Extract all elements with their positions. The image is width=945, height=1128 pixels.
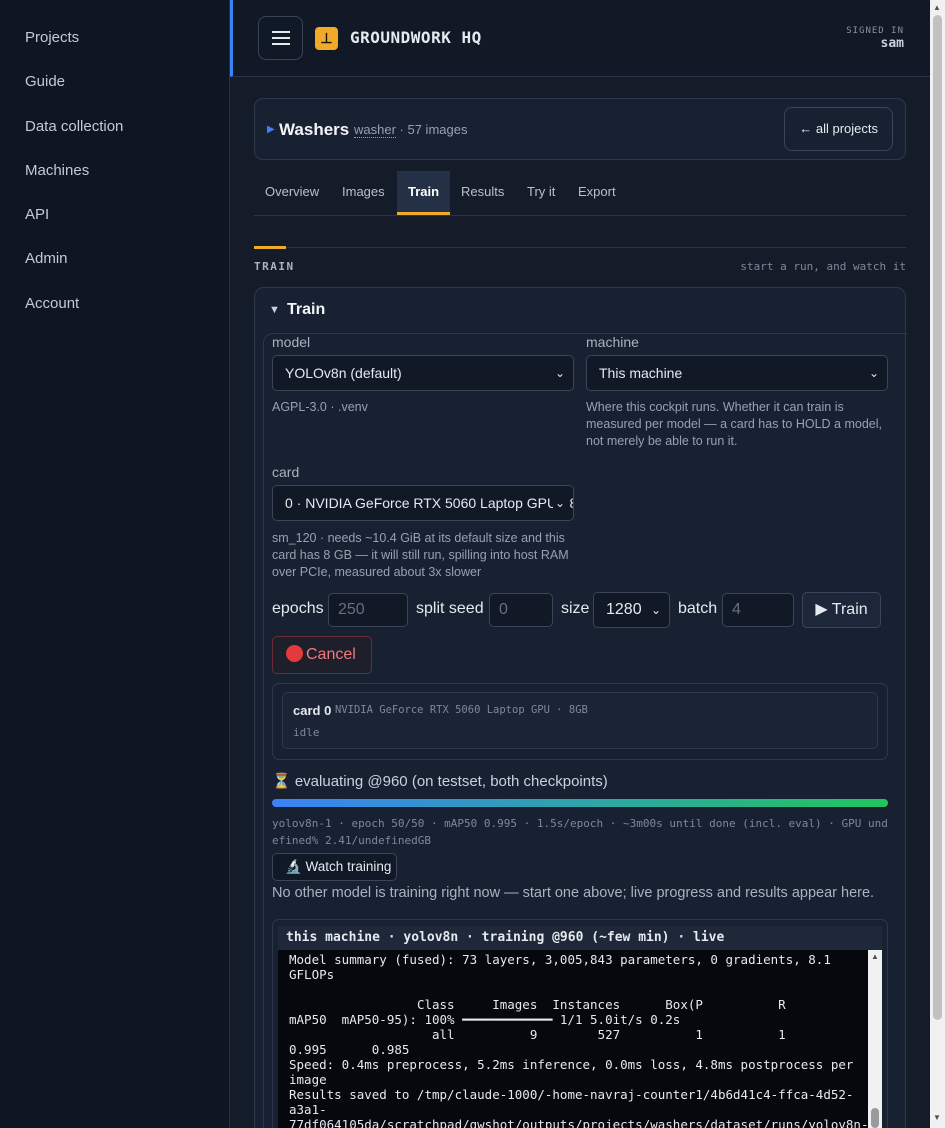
- brand-name: GROUNDWORK HQ: [350, 28, 482, 47]
- expand-triangle-icon[interactable]: ▶: [267, 124, 275, 135]
- size-select[interactable]: 1280 ⌄: [593, 592, 670, 628]
- tab-try-it[interactable]: Try it: [516, 171, 566, 215]
- chevron-down-icon: ⌄: [554, 366, 565, 380]
- gpu-card: [282, 692, 878, 749]
- tab-train[interactable]: Train: [397, 171, 451, 215]
- sidebar-item-machines[interactable]: Machines: [0, 160, 229, 204]
- all-projects-button[interactable]: ← all projects: [784, 107, 893, 151]
- train-panel-title: Train: [287, 301, 326, 318]
- hamburger-icon: [272, 37, 290, 39]
- epochs-label: epochs: [272, 600, 324, 617]
- train-button[interactable]: ▶ Train: [802, 592, 881, 628]
- chevron-down-icon: ⌄: [650, 603, 661, 617]
- training-log-output[interactable]: Model summary (fused): 73 layers, 3,005,…: [278, 950, 882, 1128]
- batch-input[interactable]: 4: [722, 593, 794, 627]
- split-seed-label: split seed: [416, 600, 484, 617]
- training-log-title: this machine · yolov8n · training @960 (…: [278, 926, 882, 950]
- tab-export[interactable]: Export: [567, 171, 627, 215]
- watch-training-button[interactable]: 🔬 Watch training: [272, 853, 397, 881]
- card-select-value: 0 · NVIDIA GeForce RTX 5060 Laptop GPU ·…: [285, 495, 574, 511]
- gpu-card-status: idle: [293, 726, 320, 739]
- app-header: ⊥ GROUNDWORK HQ SIGNED IN sam: [230, 0, 930, 77]
- model-select-value: YOLOv8n (default): [285, 365, 402, 381]
- project-meta: washer · 57 images: [354, 122, 468, 138]
- card-help: sm_120 · needs ~10.4 GiB at its default …: [272, 531, 569, 579]
- training-log-text: Model summary (fused): 73 layers, 3,005,…: [289, 952, 869, 1128]
- section-accent: [254, 246, 286, 249]
- collapse-triangle-icon[interactable]: ▼: [269, 304, 280, 316]
- cancel-button-label: Cancel: [306, 646, 356, 663]
- card-label: card: [272, 464, 300, 480]
- machine-select[interactable]: This machine ⌄: [586, 355, 888, 391]
- model-select[interactable]: YOLOv8n (default) ⌄: [272, 355, 574, 391]
- model-help: AGPL-3.0 · .venv: [272, 400, 368, 414]
- training-progress-bar: [272, 799, 888, 807]
- log-scrollbar-thumb[interactable]: [871, 1108, 879, 1128]
- sidebar-item-api[interactable]: API: [0, 204, 229, 248]
- project-card: ▶ Washers washer · 57 images ← all proje…: [254, 98, 906, 160]
- card-select[interactable]: 0 · NVIDIA GeForce RTX 5060 Laptop GPU ·…: [272, 485, 574, 521]
- sidebar-item-data-collection[interactable]: Data collection: [0, 116, 229, 160]
- sidebar-item-admin[interactable]: Admin: [0, 248, 229, 292]
- hamburger-icon: [272, 31, 290, 33]
- log-scrollbar[interactable]: ▲: [868, 950, 882, 1128]
- project-name: Washers: [279, 120, 350, 139]
- page-scrollbar-thumb[interactable]: [933, 15, 942, 1020]
- sidebar-item-projects[interactable]: Projects: [0, 27, 229, 71]
- project-image-count: · 57 images: [399, 122, 468, 137]
- section-divider: [254, 247, 906, 248]
- stop-sign-icon: [286, 645, 303, 662]
- cancel-button[interactable]: Cancel: [272, 636, 372, 674]
- chevron-down-icon: ⌄: [552, 486, 565, 520]
- section-hint: start a run, and watch it: [740, 260, 906, 273]
- epochs-input[interactable]: 250: [328, 593, 408, 627]
- machine-label: machine: [586, 334, 639, 350]
- size-select-value: 1280: [606, 601, 642, 618]
- scroll-up-icon[interactable]: ▲: [871, 952, 879, 961]
- machine-select-value: This machine: [599, 365, 683, 381]
- tab-images[interactable]: Images: [331, 171, 396, 215]
- sidebar-item-account[interactable]: Account: [0, 293, 229, 337]
- tab-overview[interactable]: Overview: [254, 171, 330, 215]
- model-label: model: [272, 334, 311, 350]
- tab-results[interactable]: Results: [450, 171, 515, 215]
- brand-logo-icon: ⊥: [315, 27, 338, 50]
- scroll-up-icon[interactable]: ▲: [933, 3, 941, 12]
- training-progress-detail: yolov8n-1 · epoch 50/50 · mAP50 0.995 · …: [272, 817, 888, 847]
- training-status: ⏳ evaluating @960 (on testset, both chec…: [272, 773, 608, 790]
- gpu-card-desc: NVIDIA GeForce RTX 5060 Laptop GPU · 8GB: [335, 704, 588, 716]
- hamburger-menu-button[interactable]: [258, 16, 303, 60]
- size-label: size: [561, 600, 590, 617]
- machine-help: Where this cockpit runs. Whether it can …: [586, 400, 882, 448]
- hamburger-icon: [272, 43, 290, 45]
- page-scrollbar[interactable]: ▲ ▼: [930, 0, 945, 1128]
- scroll-down-icon[interactable]: ▼: [933, 1113, 941, 1122]
- gpu-card-id: card 0: [293, 703, 332, 718]
- sidebar-item-guide[interactable]: Guide: [0, 71, 229, 115]
- split-seed-input[interactable]: 0: [489, 593, 553, 627]
- no-other-training-note: No other model is training right now — s…: [272, 885, 875, 901]
- project-slug: washer: [354, 122, 396, 138]
- sidebar: Projects Guide Data collection Machines …: [0, 0, 230, 1128]
- section-title: TRAIN: [254, 260, 295, 273]
- signed-in-user: sam: [880, 36, 904, 51]
- chevron-down-icon: ⌄: [868, 366, 879, 380]
- project-tabs: Overview Images Train Results Try it Exp…: [254, 171, 906, 216]
- signed-in-label: SIGNED IN: [846, 26, 904, 36]
- batch-label: batch: [678, 600, 718, 617]
